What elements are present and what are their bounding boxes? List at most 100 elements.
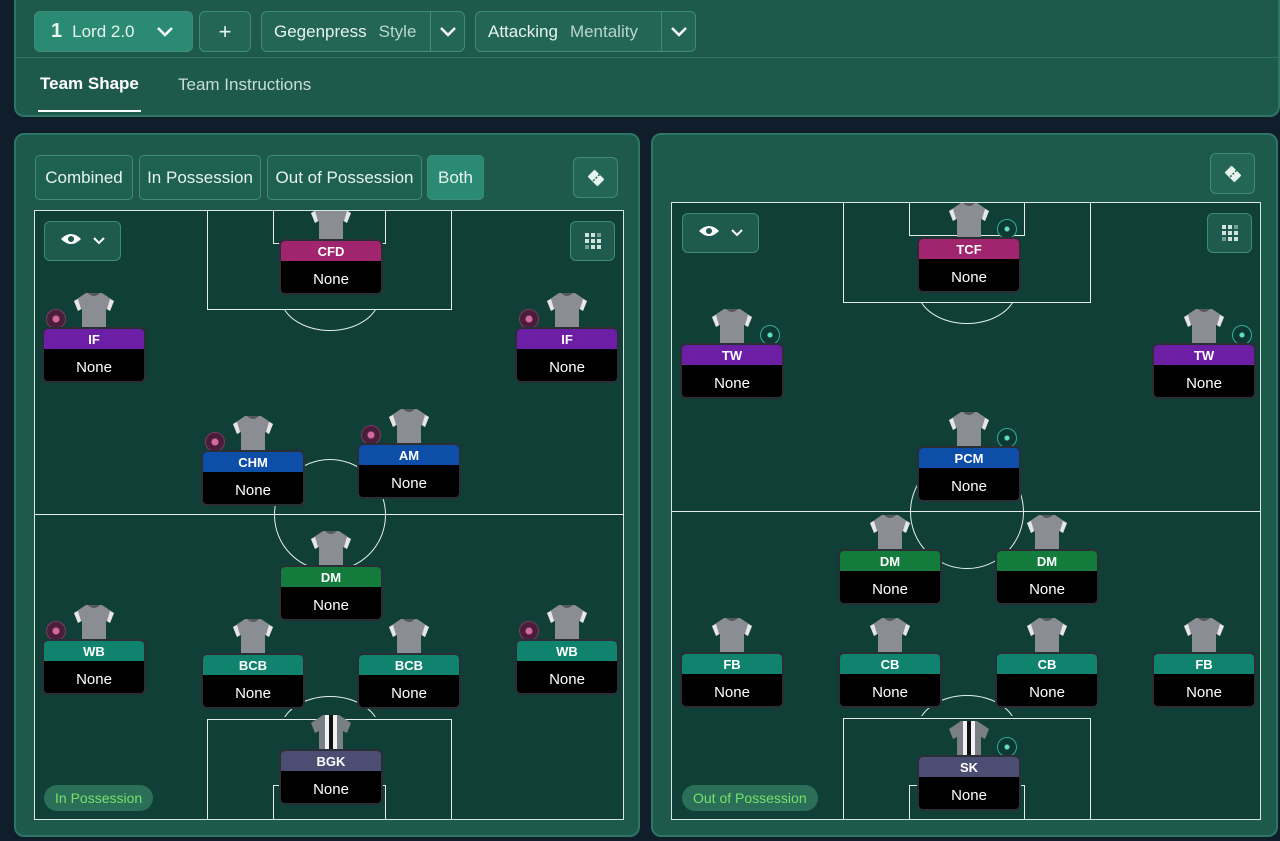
player-name: None — [1029, 683, 1065, 701]
tab-team-shape[interactable]: Team Shape — [38, 58, 141, 112]
player-card[interactable]: SK None — [917, 755, 1021, 811]
player-slot-dm[interactable]: DM None — [995, 515, 1099, 605]
role-label: SK — [919, 757, 1019, 777]
role-label: DM — [281, 567, 381, 587]
chevron-down-icon — [92, 232, 106, 250]
shirt-icon — [947, 719, 991, 759]
visibility-dropdown[interactable] — [682, 213, 759, 253]
ticket-icon[interactable] — [1210, 153, 1255, 194]
filter-in-possession[interactable]: In Possession — [139, 155, 261, 200]
shirt-icon — [710, 616, 754, 656]
shirt-icon — [1182, 307, 1226, 347]
role-indicator-icon — [997, 219, 1017, 239]
player-card[interactable]: FB None — [1152, 652, 1256, 708]
role-label: FB — [1154, 654, 1254, 674]
player-card[interactable]: DM None — [279, 565, 383, 621]
player-card[interactable]: TCF None — [917, 237, 1021, 293]
player-card[interactable]: TW None — [1152, 343, 1256, 399]
shirt-icon — [947, 410, 991, 450]
player-slot-tcf[interactable]: TCF None — [917, 203, 1021, 293]
player-slot-tw[interactable]: TW None — [680, 309, 784, 399]
player-card[interactable]: IF None — [515, 327, 619, 383]
player-card[interactable]: FB None — [680, 652, 784, 708]
player-name: None — [313, 596, 349, 614]
tab-team-instructions[interactable]: Team Instructions — [178, 58, 311, 112]
player-card[interactable]: AM None — [357, 443, 461, 499]
chevron-down-icon[interactable] — [430, 12, 464, 51]
player-card[interactable]: PCM None — [917, 446, 1021, 502]
in-possession-panel: Combined In Possession Out of Possession… — [14, 133, 640, 837]
player-slot-if[interactable]: IF None — [515, 293, 619, 383]
shirt-icon — [1025, 616, 1069, 656]
player-card[interactable]: TW None — [680, 343, 784, 399]
chevron-down-icon — [730, 224, 744, 242]
player-slot-wb[interactable]: WB None — [515, 605, 619, 695]
add-tactic-button[interactable]: + — [199, 11, 251, 52]
player-card[interactable]: IF None — [42, 327, 146, 383]
shirt-icon — [545, 291, 589, 331]
role-indicator-icon — [519, 621, 539, 641]
player-card[interactable]: CFD None — [279, 239, 383, 295]
player-slot-dm[interactable]: DM None — [838, 515, 942, 605]
player-name: None — [391, 474, 427, 492]
player-slot-if[interactable]: IF None — [42, 293, 146, 383]
role-label: WB — [44, 641, 144, 661]
player-slot-tw[interactable]: TW None — [1152, 309, 1256, 399]
mentality-selector[interactable]: Attacking Mentality — [475, 11, 696, 52]
style-label: Style — [378, 21, 417, 41]
ticket-icon[interactable] — [573, 157, 618, 198]
shirt-icon — [545, 603, 589, 643]
player-slot-wb[interactable]: WB None — [42, 605, 146, 695]
player-slot-sk[interactable]: SK None — [917, 721, 1021, 811]
grid-icon[interactable] — [570, 221, 615, 261]
player-name: None — [76, 358, 112, 376]
player-card[interactable]: DM None — [995, 549, 1099, 605]
player-name: None — [951, 477, 987, 495]
shirt-icon — [231, 617, 275, 657]
player-name: None — [714, 683, 750, 701]
shirt-icon — [387, 407, 431, 447]
player-slot-pcm[interactable]: PCM None — [917, 412, 1021, 502]
shirt-icon — [868, 513, 912, 553]
out-of-possession-panel: TCF None TW None TW None PCM None DM None DM None FB… — [651, 133, 1278, 837]
player-name: None — [1186, 683, 1222, 701]
player-card[interactable]: DM None — [838, 549, 942, 605]
player-card[interactable]: WB None — [42, 639, 146, 695]
role-label: BGK — [281, 751, 381, 771]
shirt-icon — [72, 291, 116, 331]
player-card[interactable]: BGK None — [279, 749, 383, 805]
player-card[interactable]: BCB None — [201, 653, 305, 709]
player-slot-bcb[interactable]: BCB None — [357, 619, 461, 709]
grid-icon[interactable] — [1207, 213, 1252, 253]
player-slot-chm[interactable]: CHM None — [201, 416, 305, 506]
player-name: None — [872, 683, 908, 701]
player-name: None — [714, 374, 750, 392]
filter-out-of-possession[interactable]: Out of Possession — [267, 155, 422, 200]
player-slot-dm[interactable]: DM None — [279, 531, 383, 621]
player-card[interactable]: WB None — [515, 639, 619, 695]
tactic-number: 1 — [51, 20, 63, 42]
player-card[interactable]: CB None — [995, 652, 1099, 708]
player-card[interactable]: BCB None — [357, 653, 461, 709]
player-card[interactable]: CHM None — [201, 450, 305, 506]
player-slot-cb[interactable]: CB None — [838, 618, 942, 708]
player-name: None — [235, 684, 271, 702]
player-slot-cfd[interactable]: CFD None — [279, 211, 383, 295]
player-slot-cb[interactable]: CB None — [995, 618, 1099, 708]
filter-combined[interactable]: Combined — [35, 155, 133, 200]
filter-both[interactable]: Both — [427, 155, 484, 200]
style-selector[interactable]: Gegenpress Style — [261, 11, 465, 52]
visibility-dropdown[interactable] — [44, 221, 121, 261]
chevron-down-icon[interactable] — [661, 12, 695, 51]
eye-icon — [698, 224, 720, 243]
player-name: None — [235, 481, 271, 499]
player-card[interactable]: CB None — [838, 652, 942, 708]
player-slot-bgk[interactable]: BGK None — [279, 715, 383, 805]
player-name: None — [313, 780, 349, 798]
player-slot-fb[interactable]: FB None — [1152, 618, 1256, 708]
player-slot-bcb[interactable]: BCB None — [201, 619, 305, 709]
tactic-selector[interactable]: 1 Lord 2.0 — [34, 11, 193, 52]
player-slot-fb[interactable]: FB None — [680, 618, 784, 708]
role-indicator-icon — [519, 309, 539, 329]
player-slot-am[interactable]: AM None — [357, 409, 461, 499]
